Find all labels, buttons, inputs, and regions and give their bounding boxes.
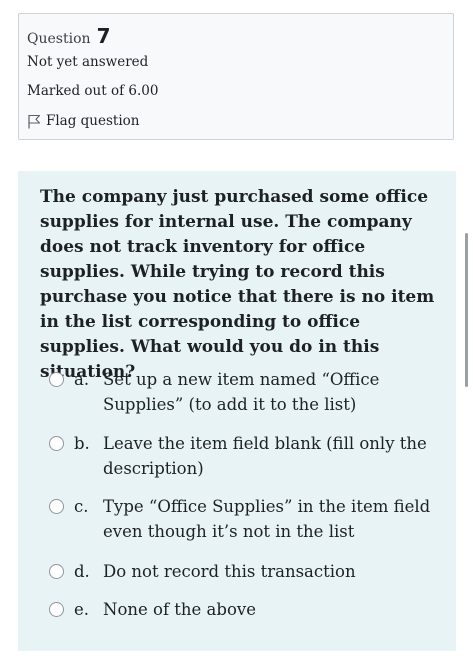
answer-a-text[interactable]: Set up a new item named “Office Supplies… xyxy=(103,367,433,417)
answer-c-radio[interactable] xyxy=(49,499,64,514)
answer-b-radio[interactable] xyxy=(49,436,64,451)
answer-d-letter: d. xyxy=(74,562,90,581)
flag-question-link[interactable]: Flag question xyxy=(27,113,140,129)
answer-d-text[interactable]: Do not record this transaction xyxy=(103,559,433,584)
question-info-panel: Question 7 Not yet answered Marked out o… xyxy=(18,13,454,140)
question-number: 7 xyxy=(96,24,111,48)
question-marks: Marked out of 6.00 xyxy=(27,83,159,99)
answer-e-text[interactable]: None of the above xyxy=(103,597,433,622)
question-text: The company just purchased some office s… xyxy=(40,187,435,382)
flag-question-label: Flag question xyxy=(46,113,140,129)
answer-c-text[interactable]: Type “Office Supplies” in the item field… xyxy=(103,494,433,544)
answer-c-letter: c. xyxy=(74,497,89,516)
answer-b-letter: b. xyxy=(74,434,90,453)
answer-e-letter: e. xyxy=(74,600,90,619)
answer-d-radio[interactable] xyxy=(49,564,64,579)
question-content-panel: The company just purchased some office s… xyxy=(18,171,456,651)
flag-icon xyxy=(28,114,41,128)
answer-status: Not yet answered xyxy=(27,54,149,70)
answer-a-letter: a. xyxy=(74,370,90,389)
answer-e-radio[interactable] xyxy=(49,602,64,617)
question-heading: Question 7 xyxy=(27,24,111,48)
page-scrollbar[interactable] xyxy=(465,233,468,387)
question-label: Question xyxy=(27,31,91,47)
answer-b-text[interactable]: Leave the item field blank (fill only th… xyxy=(103,431,433,481)
answer-a-radio[interactable] xyxy=(49,372,64,387)
